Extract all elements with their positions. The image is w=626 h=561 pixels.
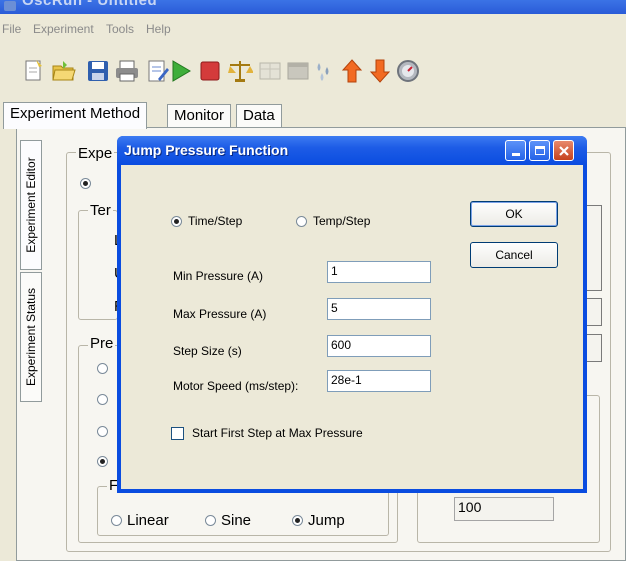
radio-dot: [292, 515, 303, 526]
main-titlebar: OscRun - Untitled: [0, 0, 626, 14]
mode-time-radio[interactable]: Time/Step: [171, 214, 242, 228]
dialog-titlebar: Jump Pressure Function: [117, 136, 587, 165]
experiment-radio-s[interactable]: [80, 178, 91, 189]
mode-temp-label: Temp/Step: [313, 214, 371, 228]
up-arrow-icon[interactable]: [338, 57, 366, 85]
min-pressure-input[interactable]: 1: [327, 261, 431, 283]
tab-experiment-method[interactable]: Experiment Method: [3, 102, 148, 129]
waveform-sine-label: Sine: [221, 512, 252, 529]
max-pressure-label: Max Pressure (A): [173, 307, 267, 321]
start-first-step-label: Start First Step at Max Pressure: [192, 426, 363, 440]
new-document-icon[interactable]: [20, 57, 48, 85]
panel-disabled-icon[interactable]: [284, 57, 312, 85]
right-button-edge-2[interactable]: [585, 298, 602, 326]
checkbox-box: [171, 426, 184, 440]
drops-icon[interactable]: [311, 57, 339, 85]
max-pressure-input[interactable]: 5: [327, 298, 431, 320]
radio-dot: [97, 426, 108, 437]
balance-icon[interactable]: [226, 57, 254, 85]
pressure-radio-1[interactable]: [97, 363, 108, 374]
close-icon: [558, 145, 569, 156]
tab-experiment-editor[interactable]: Experiment Editor: [20, 140, 42, 270]
pressure-radio-2[interactable]: [97, 394, 108, 405]
stop-icon[interactable]: [196, 57, 224, 85]
waveform-linear-radio[interactable]: Linear: [111, 512, 169, 529]
tab-data[interactable]: Data: [236, 104, 282, 128]
pressure-group-label: Pre: [88, 335, 116, 352]
menu-file[interactable]: File: [2, 22, 21, 36]
maximize-button[interactable]: [529, 140, 550, 161]
toolbar: [0, 44, 626, 100]
tab-experiment-editor-label: Experiment Editor: [24, 157, 38, 253]
radio-dot: [97, 394, 108, 405]
radio-dot: [80, 178, 91, 189]
dialog-title: Jump Pressure Function: [124, 142, 289, 158]
tab-experiment-status[interactable]: Experiment Status: [20, 272, 42, 402]
main-tabstrip: Experiment Method Monitor Data: [0, 100, 626, 129]
jump-pressure-dialog: Jump Pressure Function Time/Step Temp/St…: [117, 136, 587, 493]
tab-monitor[interactable]: Monitor: [167, 104, 232, 128]
radio-dot: [171, 215, 182, 227]
app-icon: [4, 1, 16, 11]
tab-experiment-status-label: Experiment Status: [24, 287, 38, 387]
radio-dot: [296, 215, 307, 227]
radio-dot: [205, 515, 216, 526]
motor-speed-label: Motor Speed (ms/step):: [173, 379, 299, 393]
step-size-input[interactable]: 600: [327, 335, 431, 357]
radio-dot: [97, 456, 108, 467]
maximize-icon: [534, 146, 545, 155]
waveform-sine-radio[interactable]: Sine: [205, 512, 251, 529]
minimize-button[interactable]: [505, 140, 526, 161]
right-button-edge-3[interactable]: [585, 334, 602, 362]
mode-temp-radio[interactable]: Temp/Step: [296, 214, 370, 228]
menubar: File Experiment Tools Help: [0, 14, 626, 44]
waveform-jump-label: Jump: [308, 512, 345, 529]
right-button-edge[interactable]: [585, 205, 602, 291]
ok-button[interactable]: OK: [470, 201, 558, 227]
min-pressure-label: Min Pressure (A): [173, 269, 264, 283]
minimize-icon: [511, 153, 520, 156]
dialog-body: Time/Step Temp/Step OK Cancel Min Pressu…: [121, 165, 583, 489]
play-icon[interactable]: [167, 57, 195, 85]
save-icon[interactable]: [84, 57, 112, 85]
window-title: OscRun - Untitled: [22, 0, 158, 9]
radio-dot: [97, 363, 108, 374]
cancel-button[interactable]: Cancel: [470, 242, 558, 268]
menu-help[interactable]: Help: [146, 22, 171, 36]
step-size-label: Step Size (s): [173, 344, 242, 358]
radio-dot: [111, 515, 122, 526]
temperature-group-label: Ter: [88, 202, 113, 219]
down-arrow-icon[interactable]: [366, 57, 394, 85]
waveform-jump-radio[interactable]: Jump: [292, 512, 345, 529]
grid-disabled-icon[interactable]: [256, 57, 284, 85]
menu-experiment[interactable]: Experiment: [33, 22, 94, 36]
mode-time-label: Time/Step: [188, 214, 243, 228]
motor-speed-input[interactable]: 28e-1: [327, 370, 431, 392]
close-button[interactable]: [553, 140, 574, 161]
start-first-step-checkbox[interactable]: Start First Step at Max Pressure: [171, 426, 363, 440]
gauge-icon[interactable]: [394, 57, 422, 85]
right-value-field[interactable]: 100: [454, 497, 554, 521]
pressure-radio-4[interactable]: [97, 456, 108, 467]
menu-tools[interactable]: Tools: [106, 22, 134, 36]
waveform-linear-label: Linear: [127, 512, 169, 529]
print-icon[interactable]: [113, 57, 141, 85]
pressure-radio-3[interactable]: [97, 426, 108, 437]
experiment-group-label: Expe: [76, 145, 115, 162]
open-folder-icon[interactable]: [50, 57, 78, 85]
